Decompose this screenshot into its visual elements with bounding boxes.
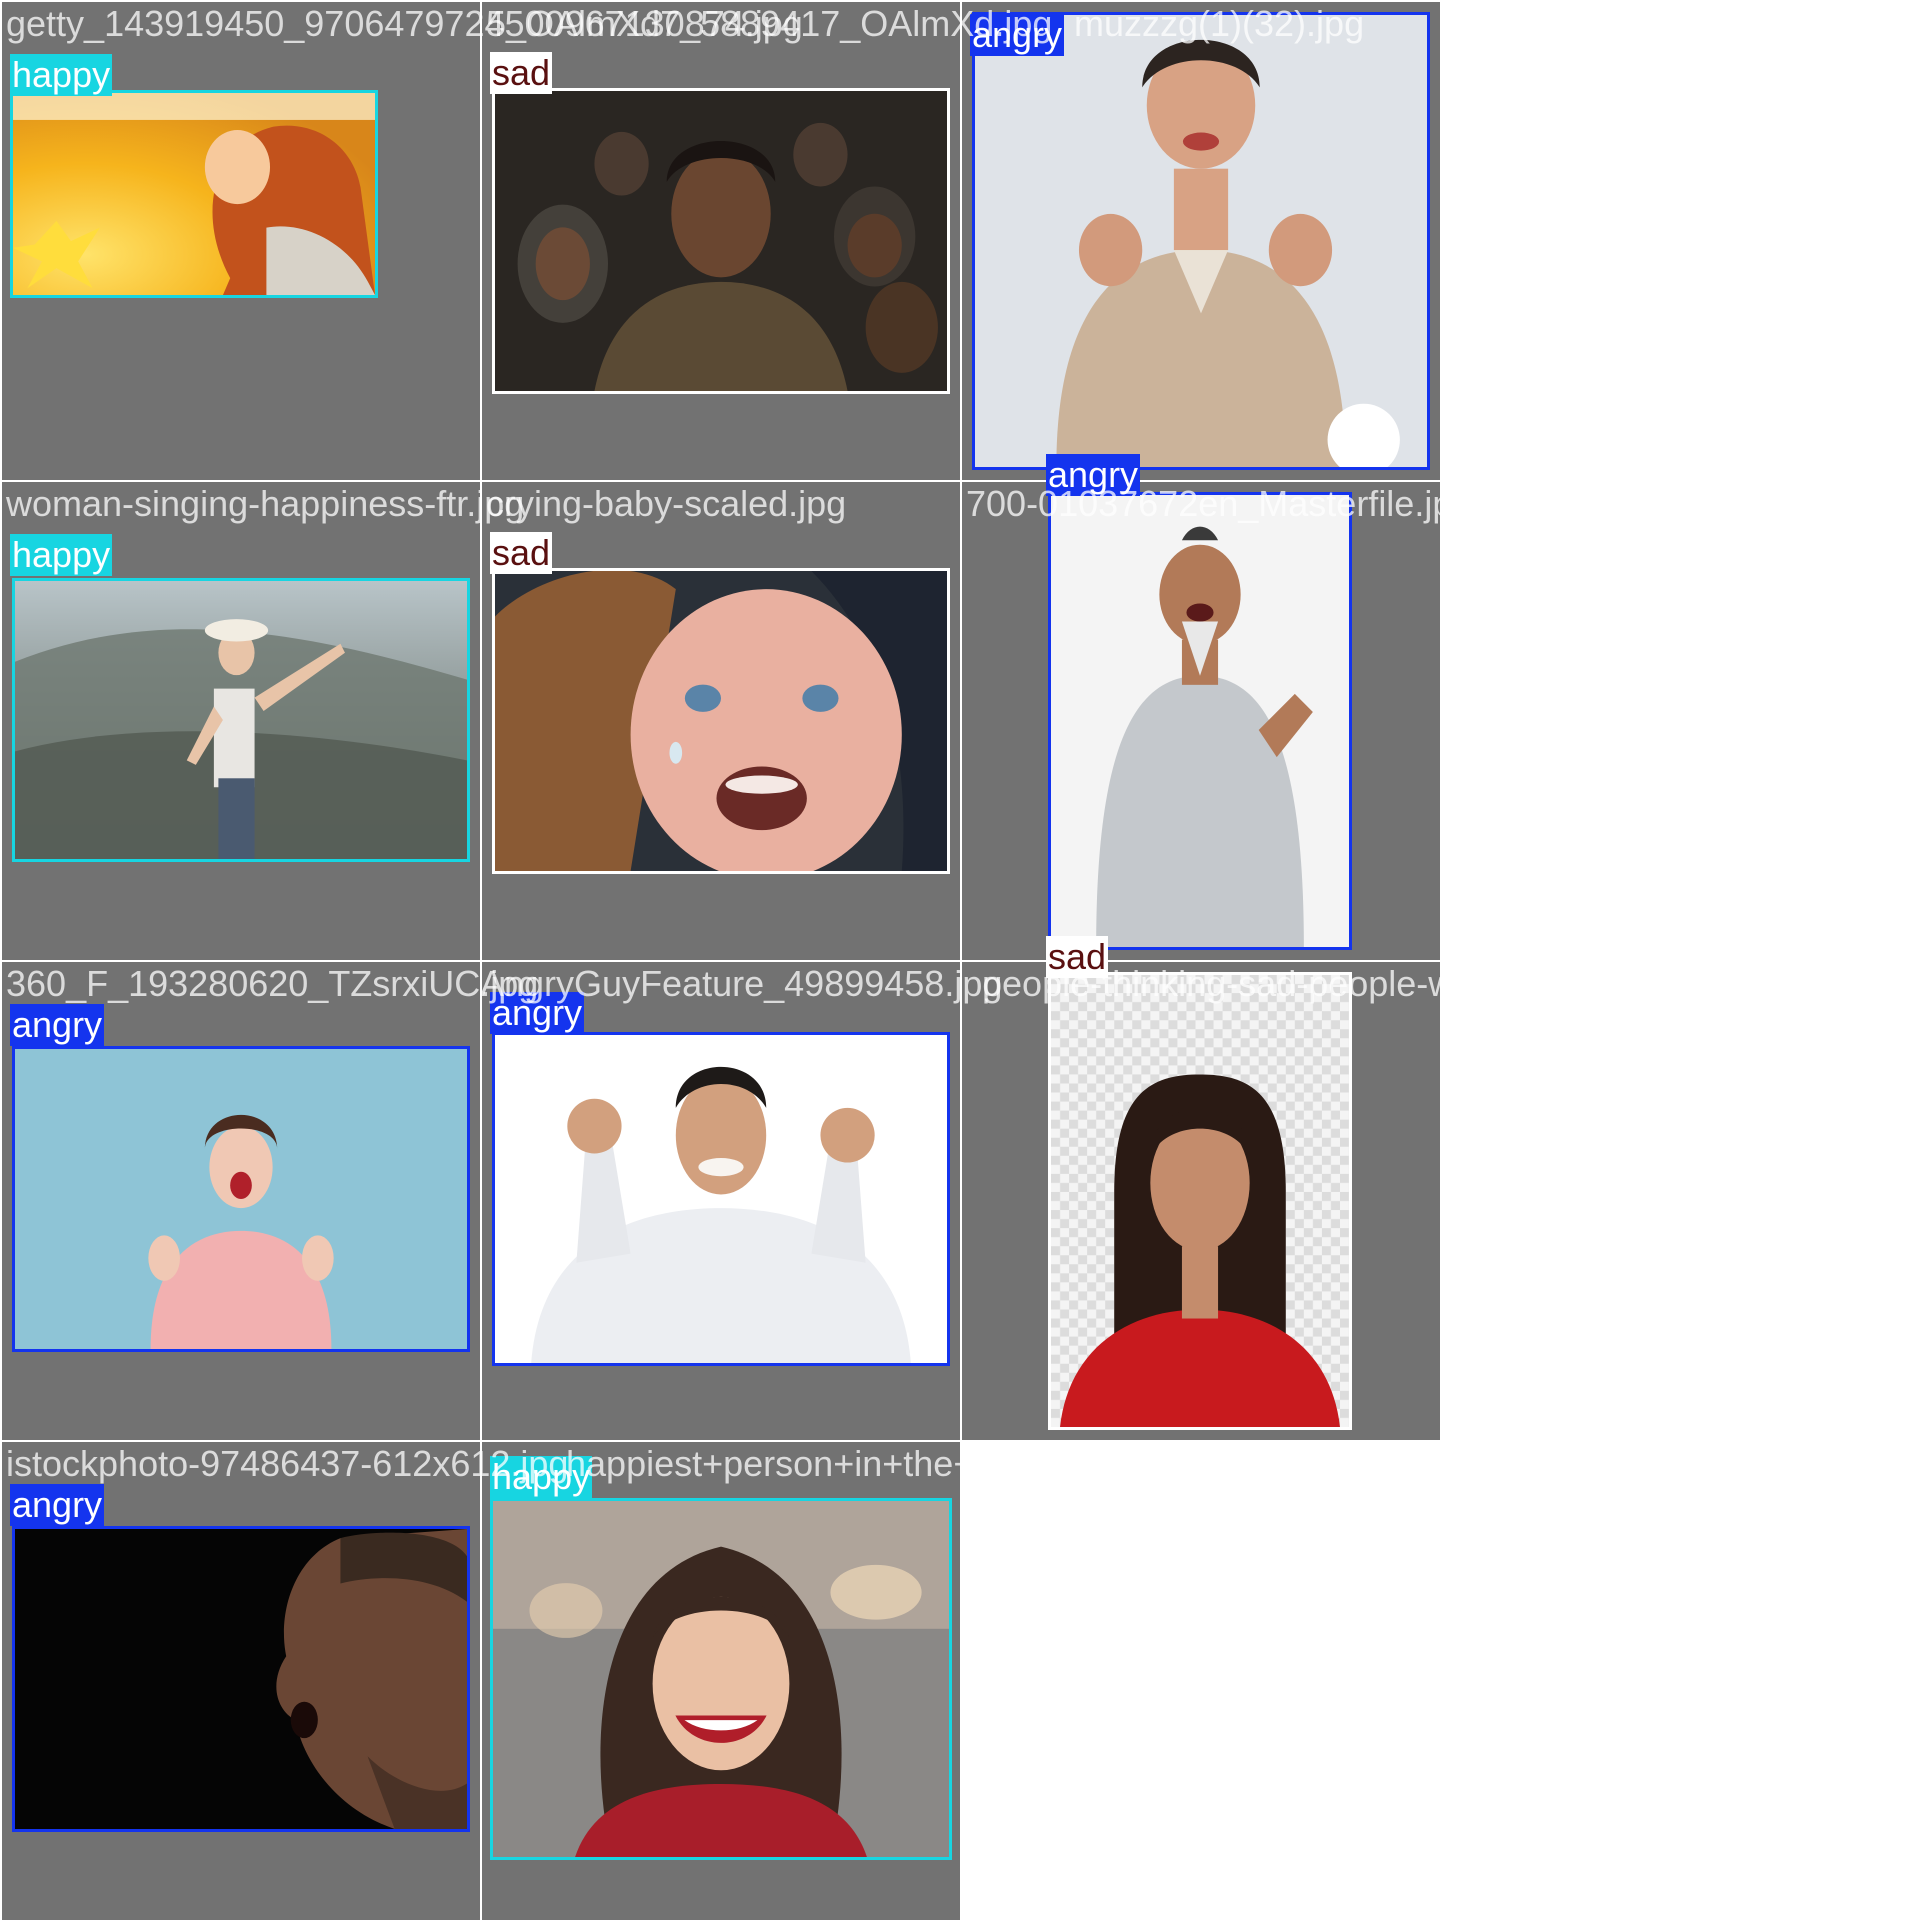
- grid-tile-5: sad crying-baby-scaled.jpg: [482, 482, 960, 960]
- man-shouting-dark-photo: [15, 1529, 467, 1829]
- label-tag: sad: [1046, 936, 1109, 978]
- filename-caption: 360_F_193280620_TZsrxiUC.jpg: [6, 963, 539, 1004]
- grid-tile-9: sad people-thinking-sad-people-worried-p…: [962, 936, 1646, 1440]
- bbox-frame: [492, 1032, 950, 1366]
- filename-caption: happiest+person+in+the+world!.jpg: [566, 1443, 1129, 1484]
- man-pointing-photo: [1051, 495, 1349, 947]
- bbox-frame: [10, 90, 378, 298]
- grid-tile-3: angry muzzzg(1)(32).jpg: [962, 2, 1440, 480]
- label-tag: happy: [10, 54, 113, 96]
- bbox-frame: [490, 1498, 952, 1860]
- bbox-frame: [492, 88, 950, 394]
- grid-tile-1: happy getty_143919450_970647972450096713…: [2, 2, 803, 480]
- label-tag: happy: [490, 1456, 593, 1498]
- man-fists-photo: [495, 1035, 947, 1363]
- grid-tile-10: angry istockphoto-97486437-612x612.jpg: [2, 1442, 568, 1920]
- woman-arms-open-photo: [15, 581, 467, 859]
- grid-tile-11: happy happiest+person+in+the+world!.jpg: [482, 1442, 1128, 1920]
- woman-sunlight-photo: [13, 93, 375, 295]
- grid-tile-4: happy woman-singing-happiness-ftr.jpg: [2, 482, 524, 960]
- label-tag: sad: [490, 52, 553, 94]
- woman-red-shirt-photo: [1051, 975, 1349, 1427]
- label-tag: sad: [490, 532, 553, 574]
- label-tag: angry: [490, 992, 585, 1034]
- filename-caption: crying-baby-scaled.jpg: [486, 483, 847, 524]
- bbox-frame: [1048, 972, 1352, 1430]
- bbox-frame: [972, 12, 1430, 470]
- bbox-frame: [12, 1046, 470, 1352]
- label-tag: angry: [10, 1004, 105, 1046]
- woman-laughing-photo: [493, 1501, 949, 1857]
- label-tag: angry: [970, 14, 1065, 56]
- bbox-frame: [1048, 492, 1352, 950]
- woman-screaming-photo: [15, 1049, 467, 1349]
- filename-caption: woman-singing-happiness-ftr.jpg: [6, 483, 525, 524]
- man-clenched-hands-photo: [975, 15, 1427, 467]
- label-tag: happy: [10, 534, 113, 576]
- grid-tile-7: angry 360_F_193280620_TZsrxiUC.jpg: [2, 962, 538, 1440]
- bbox-frame: [492, 568, 950, 874]
- man-crowd-photo: [495, 91, 947, 391]
- crying-baby-photo: [495, 571, 947, 871]
- grid-tile-8: angry AngryGuyFeature_49899458.jpg: [480, 962, 1002, 1440]
- label-tag: angry: [1046, 454, 1141, 496]
- bbox-frame: [12, 578, 470, 862]
- grid-tile-2: sad 5_OAlmXd7_5889417_OAlmXd.jpg: [482, 2, 1052, 480]
- label-tag: angry: [10, 1484, 105, 1526]
- bbox-frame: [12, 1526, 470, 1832]
- grid-tile-6: angry 700-01037672en_Masterfile.jpg: [962, 454, 1472, 960]
